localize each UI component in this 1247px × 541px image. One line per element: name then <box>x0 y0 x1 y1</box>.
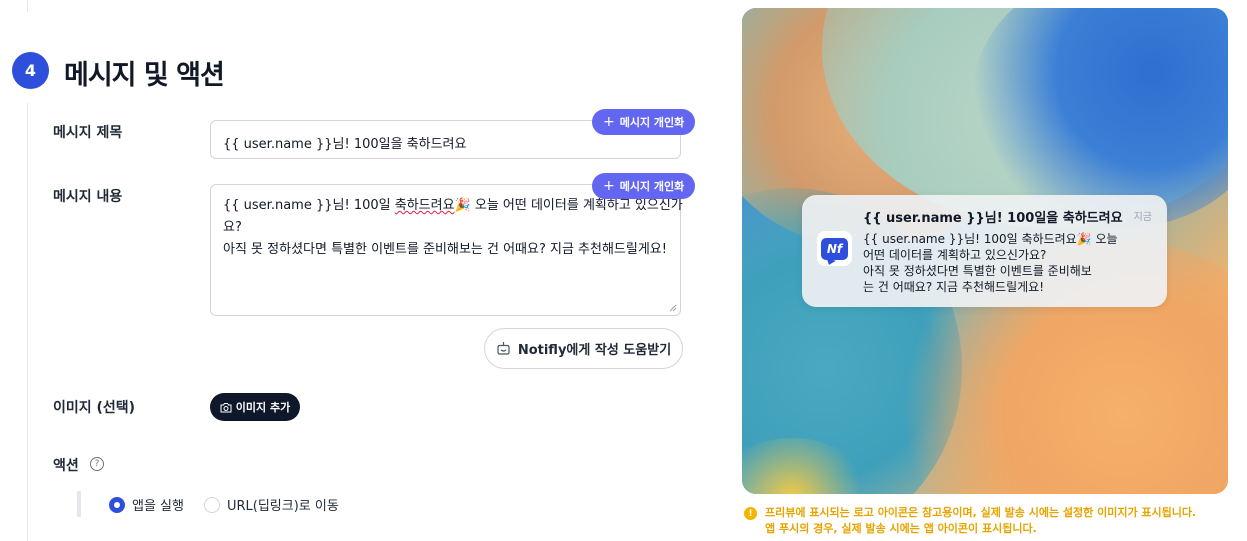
title-personalize-button[interactable]: + 메시지 개인화 <box>592 109 696 135</box>
camera-icon <box>220 402 232 412</box>
warning-icon: ! <box>744 507 757 520</box>
body-line-2: 요? <box>223 220 242 235</box>
action-option-deeplink[interactable]: URL(딥링크)로 이동 <box>203 495 339 514</box>
body-personalize-label: 메시지 개인화 <box>619 180 685 193</box>
notification-body: {{ user.name }}님! 100일 축하드려요🎉 오늘 어떤 데이터를… <box>863 232 1118 294</box>
body-personalize-button[interactable]: + 메시지 개인화 <box>592 173 696 199</box>
plus-icon: + <box>603 178 615 194</box>
action-radio-group: 앱을 실행 URL(딥링크)로 이동 <box>109 495 359 514</box>
add-image-label: 이미지 추가 <box>235 401 291 414</box>
section-rule <box>27 103 28 541</box>
action-option-label: 앱을 실행 <box>132 499 184 514</box>
action-option-label: URL(딥링크)로 이동 <box>226 499 339 514</box>
writing-help-button[interactable]: Notifly에게 작성 도움받기 <box>484 328 683 369</box>
action-label: 액션 <box>53 458 79 474</box>
radio-unchecked-icon[interactable] <box>203 496 220 513</box>
message-body-label: 메시지 내용 <box>53 189 123 205</box>
message-body-textarea[interactable]: {{ user.name }}님! 100일 축하드려요🎉 오늘 어떤 데이터를… <box>210 184 683 316</box>
robot-icon <box>497 342 510 355</box>
writing-help-label: Notifly에게 작성 도움받기 <box>517 343 672 358</box>
add-image-button[interactable]: 이미지 추가 <box>210 393 300 421</box>
notification-time: 지금 <box>1133 212 1152 223</box>
plus-icon: + <box>603 114 615 130</box>
disclaimer-line-1: 프리뷰에 표시되는 로고 아이콘은 참고용이며, 실제 발송 시에는 설정한 이… <box>765 506 1197 519</box>
help-icon[interactable]: ? <box>90 457 104 471</box>
party-popper-icon: 🎉 <box>454 198 471 213</box>
action-option-launch-app[interactable]: 앱을 실행 <box>109 495 184 514</box>
radio-group-rule <box>77 491 81 517</box>
section-rule-top <box>27 0 28 12</box>
message-title-label: 메시지 제목 <box>53 125 123 141</box>
image-label: 이미지 (선택) <box>53 400 136 416</box>
app-logo: Nf <box>817 231 852 266</box>
step-number-badge: 4 <box>12 52 49 89</box>
spellcheck-word: 축하드려요 <box>394 198 455 213</box>
preview-notification: Nf {{ user.name }}님! 100일을 축하드려요 지금 {{ u… <box>802 195 1167 307</box>
notifly-logo-icon: Nf <box>821 237 848 260</box>
notification-title: {{ user.name }}님! 100일을 축하드려요 <box>863 211 1123 226</box>
section-title: 메시지 및 액션 <box>64 60 225 91</box>
resize-handle-icon[interactable] <box>669 304 677 312</box>
body-line-3: 아직 못 정하셨다면 특별한 이벤트를 준비해보는 건 어때요? 지금 추천해드… <box>223 242 667 257</box>
title-personalize-label: 메시지 개인화 <box>619 116 685 129</box>
preview-disclaimer: ! 프리뷰에 표시되는 로고 아이콘은 참고용이며, 실제 발송 시에는 설정한… <box>744 505 1196 537</box>
radio-checked-icon[interactable] <box>109 496 125 513</box>
disclaimer-line-2: 앱 푸시의 경우, 실제 발송 시에는 앱 아이콘이 표시됩니다. <box>765 522 1037 535</box>
